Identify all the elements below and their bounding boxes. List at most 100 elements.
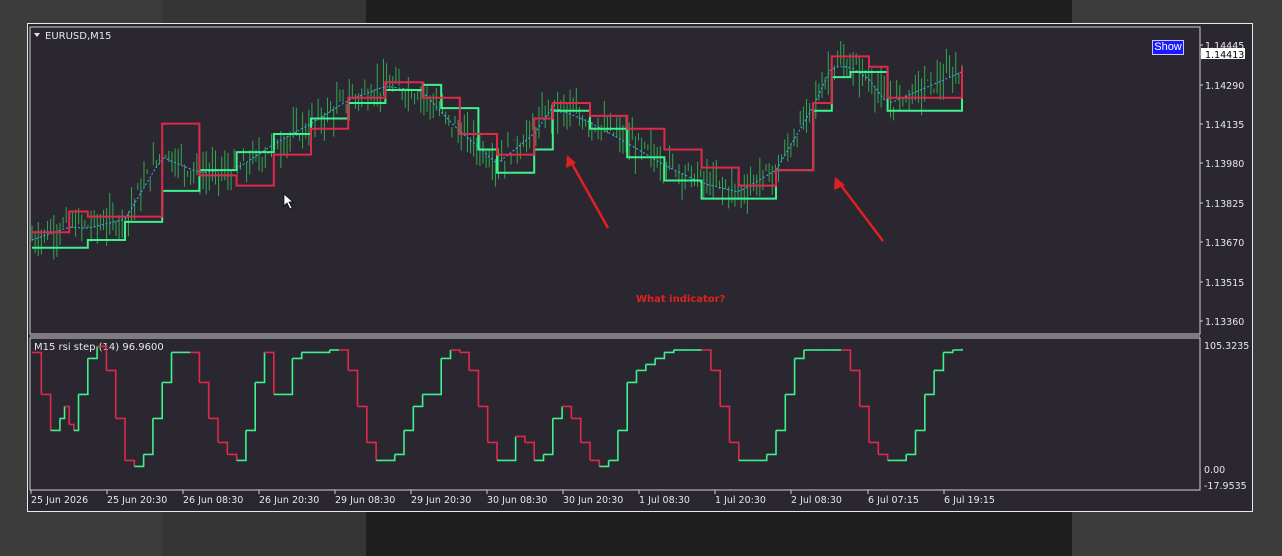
indicator-label: M15 rsi step (14) 96.9600 [34,342,164,353]
rsi-segment [729,441,740,461]
rsi-segment [487,441,498,461]
rsi-segment [125,459,136,467]
show-button[interactable]: Show [1152,40,1184,55]
rsi-y-tick-label: -17.9535 [1204,481,1247,492]
y-axis-rsi: 105.3235 0.00 -17.9535 [1204,341,1249,492]
rsi-segment [906,430,917,456]
rsi-segment [617,382,628,432]
rsi-segment [590,459,601,467]
rsi-segment [552,406,563,420]
rsi-segment [143,418,154,456]
x-tick-label: 6 Jul 07:15 [868,495,919,506]
rsi-segment [227,453,238,461]
y-tick-label: 1.13670 [1205,238,1244,249]
rsi-segment [599,460,610,468]
rsi-segment [627,370,638,384]
rsi-segment [664,349,675,354]
rsi-segment [218,441,229,455]
indicator-panel-border [29,337,1201,491]
rsi-segment [459,351,470,371]
rsi-segment [896,454,907,462]
rsi-segment [859,405,870,443]
rsi-segment [357,405,368,443]
y-tick-label: 1.13515 [1205,278,1244,289]
rsi-segment [41,393,52,431]
annotation-arrow-1 [569,161,610,229]
x-tick-label: 29 Jun 08:30 [335,495,395,506]
rsi-segment [190,351,201,383]
rsi-segment [208,417,219,443]
rsi-segment [404,406,415,432]
rsi-segment [413,394,424,408]
rsi-segment [506,436,517,462]
y-tick-label: 1.13980 [1205,159,1244,170]
rsi-segment [431,358,442,396]
rsi-segment [766,430,777,456]
symbol-label: EURUSD,M15 [45,31,111,42]
rsi-segment [645,358,656,366]
rsi-segment [469,369,480,407]
x-tick-label: 1 Jul 20:30 [715,495,766,506]
rsi-segment [283,358,294,396]
rsi-segment [924,370,935,396]
rsi-segment [69,423,75,431]
rsi-segment [571,417,582,443]
y-tick-label: 1.13360 [1205,317,1244,328]
rsi-segment [394,430,405,456]
rsi-segment [264,351,275,395]
x-tick-label: 25 Jun 20:30 [107,495,167,506]
annotation-arrow-2 [839,183,884,242]
y-tick-label: 1.14290 [1205,81,1244,92]
rsi-segment [450,349,461,353]
x-tick-label: 26 Jun 08:30 [183,495,243,506]
rsi-segment [934,352,945,372]
rsi-segment [78,358,89,396]
mouse-cursor-icon [283,193,294,210]
rsi-segment [562,405,573,419]
rsi-segment [106,369,117,419]
rsi-segment [710,369,721,407]
rsi-segment [59,406,66,420]
rsi-segment [385,454,396,462]
rsi-y-tick-label: 0.00 [1204,465,1225,476]
chart-svg[interactable]: EURUSD,M15 M15 rsi step (14) 96.9600 1.1… [0,0,1282,556]
rsi-segment [366,441,377,461]
rsi-segment [543,418,554,456]
rsi-segment [757,454,768,462]
x-tick-label: 26 Jun 20:30 [259,495,319,506]
rsi-segment [441,349,452,360]
rsi-segment [152,382,163,420]
rsi-segment [199,381,210,419]
rsi-segment [794,349,805,360]
rsi-segment [580,441,591,461]
rsi-segment [338,349,349,371]
x-tick-label: 25 Jun 2026 [31,495,88,506]
rsi-segment [292,352,303,360]
x-axis: 25 Jun 2026 25 Jun 20:30 26 Jun 08:30 26 Ju… [30,490,995,506]
annotation-text: What indicator? [636,294,726,305]
rsi-segment [236,430,247,462]
dropdown-triangle-icon[interactable] [34,33,40,37]
rsi-segment [534,454,545,462]
rsi-segment [841,349,852,371]
rsi-segment [32,351,43,395]
rsi-segment [869,441,880,455]
rsi-segment [255,352,266,384]
main-panel-border [29,26,1201,335]
y-tick-label: 1.13825 [1205,199,1244,210]
y-tick-label: 1.14135 [1205,120,1244,131]
rsi-segment [134,454,145,468]
rsi-segment [701,349,712,371]
rsi-y-tick-label: 105.3235 [1204,341,1249,352]
x-tick-label: 6 Jul 19:15 [944,495,995,506]
x-tick-label: 30 Jun 20:30 [563,495,623,506]
rsi-segment [636,364,647,372]
rsi-segment [515,435,526,443]
rsi-segment [478,405,489,443]
rsi-lines-group [32,345,963,468]
rsi-segment [850,369,861,407]
rsi-segment [943,349,954,354]
rsi-segment [50,418,61,432]
rsi-segment [348,369,359,407]
rsi-segment [245,382,256,432]
